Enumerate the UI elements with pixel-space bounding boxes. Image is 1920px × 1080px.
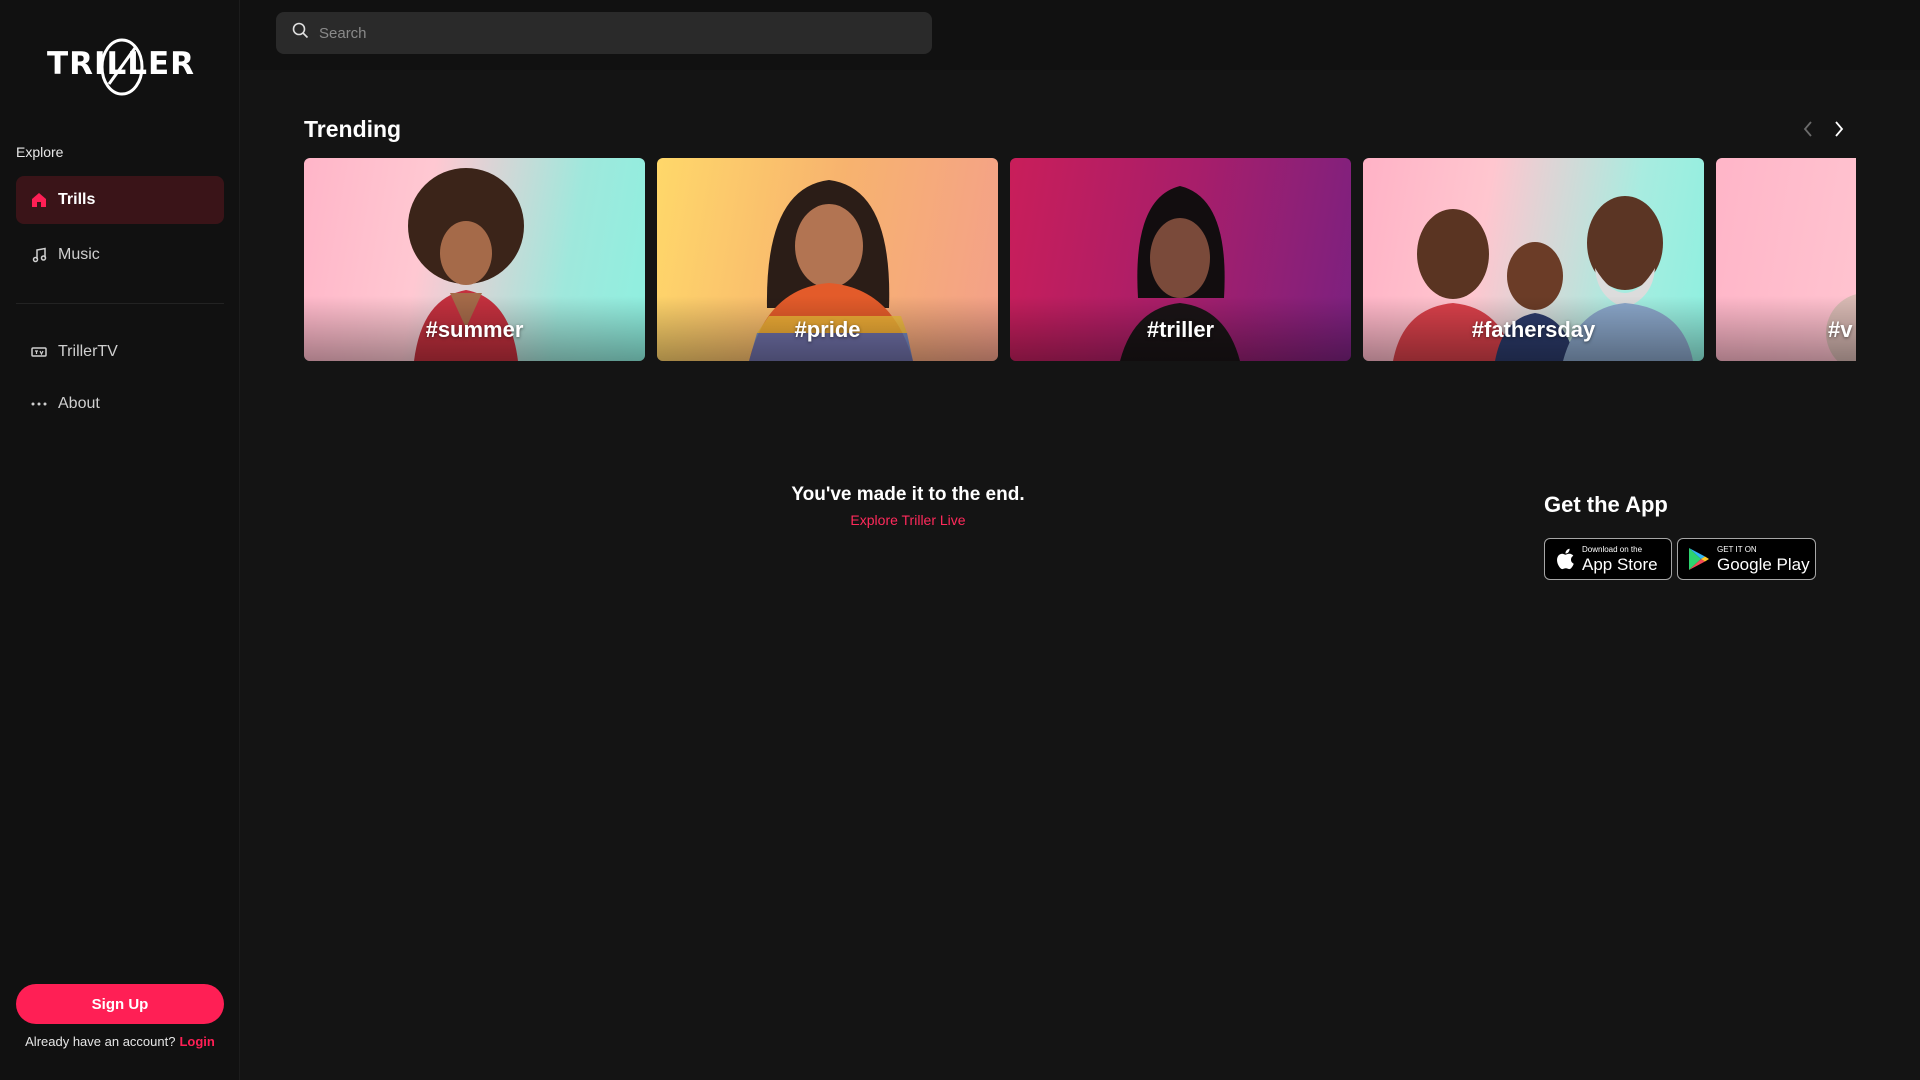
get-the-app-title: Get the App: [1544, 492, 1668, 517]
trending-card-pride[interactable]: #pride: [657, 158, 998, 361]
carousel-next-button[interactable]: [1828, 118, 1850, 140]
triller-logo[interactable]: TRILLER: [47, 30, 194, 98]
search-box[interactable]: [276, 12, 932, 54]
sidebar-divider: [16, 303, 224, 304]
sidebar-item-trillertv[interactable]: TrillerTV: [16, 328, 224, 376]
google-play-big-text: Google Play: [1717, 554, 1810, 574]
trending-card-fathersday[interactable]: #fathersday: [1363, 158, 1704, 361]
card-tag: #summer: [425, 317, 524, 342]
google-play-small-text: GET IT ON: [1717, 544, 1757, 554]
card-tag: #fathersday: [1471, 317, 1596, 342]
sign-up-button[interactable]: Sign Up: [16, 984, 224, 1024]
app-store-small-text: Download on the: [1582, 544, 1643, 554]
apple-icon: [1557, 548, 1574, 570]
app-store-text: Download on the App Store: [1582, 544, 1658, 574]
google-play-text: GET IT ON Google Play: [1717, 544, 1810, 574]
sidebar-item-label: Trills: [58, 191, 96, 208]
explore-section-label: Explore: [16, 144, 64, 160]
end-of-feed-message: You've made it to the end.: [791, 484, 1025, 505]
card-tag: #pride: [794, 317, 861, 342]
explore-triller-live-link[interactable]: Explore Triller Live: [708, 512, 1108, 528]
card-tag: #triller: [1146, 317, 1215, 342]
chevron-right-icon: [1835, 121, 1844, 137]
sidebar: TRILLER Explore Trills Music TrillerTV A…: [0, 0, 240, 1080]
login-prompt: Already have an account? Login: [0, 1034, 240, 1049]
home-icon: [30, 191, 48, 209]
trending-card-triller[interactable]: #triller: [1010, 158, 1351, 361]
sidebar-item-label: About: [58, 395, 100, 412]
sidebar-item-label: Music: [58, 246, 100, 263]
sidebar-item-label: TrillerTV: [58, 343, 118, 360]
carousel-prev-button[interactable]: [1797, 118, 1819, 140]
account-prompt-text: Already have an account?: [25, 1034, 176, 1049]
trending-card-partial[interactable]: #v: [1716, 158, 1856, 361]
login-link[interactable]: Login: [179, 1034, 214, 1049]
search-input[interactable]: [319, 24, 919, 42]
google-play-badge[interactable]: GET IT ON Google Play: [1677, 538, 1816, 580]
trending-carousel: #summer #pride #triller #fathersday #v: [304, 158, 1856, 361]
sidebar-item-music[interactable]: Music: [16, 231, 224, 279]
search-icon: [292, 22, 309, 44]
card-tag: #v: [1828, 317, 1853, 342]
sidebar-item-about[interactable]: About: [16, 380, 224, 428]
more-dots-icon: [30, 395, 48, 413]
tv-icon: [30, 343, 48, 361]
trending-title: Trending: [304, 116, 402, 142]
top-bar: [240, 0, 1920, 70]
trending-card-summer[interactable]: #summer: [304, 158, 645, 361]
logo-text: TRILLER: [46, 46, 196, 82]
app-store-badge[interactable]: Download on the App Store: [1544, 538, 1672, 580]
sidebar-item-trills[interactable]: Trills: [16, 176, 224, 224]
google-play-icon: [1689, 548, 1709, 570]
app-store-big-text: App Store: [1582, 554, 1658, 574]
chevron-left-icon: [1803, 121, 1812, 137]
music-note-icon: [30, 246, 48, 264]
